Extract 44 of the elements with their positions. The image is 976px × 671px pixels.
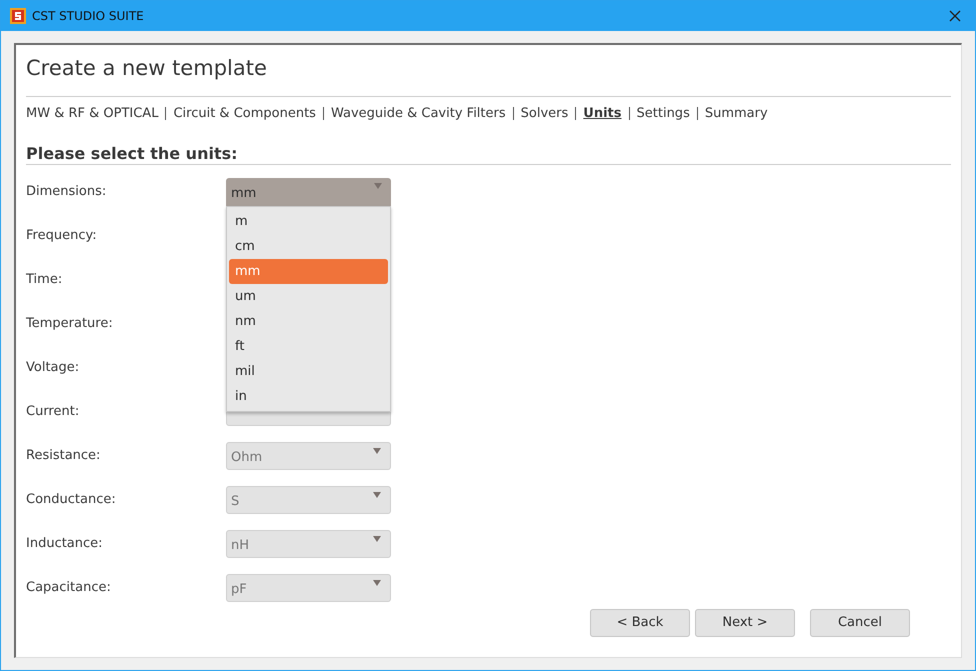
unit-label: Current:	[26, 402, 80, 420]
wizard-step[interactable]: Units	[583, 104, 622, 124]
dropdown-option[interactable]: ft	[229, 334, 388, 358]
close-icon[interactable]	[949, 10, 961, 22]
dropdown-option[interactable]: m	[229, 208, 388, 234]
separator-icon	[696, 107, 698, 120]
dropdown-caret-icon	[373, 448, 381, 454]
wizard-step[interactable]: Settings	[636, 104, 690, 124]
separator-icon	[165, 107, 166, 120]
dropdown-option[interactable]: in	[229, 384, 388, 408]
app-logo-icon	[10, 8, 26, 24]
dropdown-caret-icon	[374, 182, 382, 188]
unit-label: Resistance:	[26, 446, 102, 464]
unit-label: Capacitance:	[26, 578, 112, 596]
wizard-step[interactable]: Solvers	[520, 104, 568, 124]
wizard-step[interactable]: Summary	[704, 104, 768, 124]
unit-label: Conductance:	[26, 490, 117, 508]
separator-icon	[628, 107, 630, 120]
window-title: CST STUDIO SUITE	[32, 8, 144, 25]
wizard-button[interactable]: < Back	[590, 608, 690, 636]
dropdown-option[interactable]: um	[229, 284, 388, 308]
wizard-step[interactable]: Waveguide & Cavity Filters	[330, 104, 506, 124]
unit-label: Temperature:	[26, 314, 114, 332]
dropdown-caret-icon	[373, 536, 381, 542]
dropdown-option[interactable]: cm	[229, 234, 388, 258]
unit-label: Time:	[26, 270, 64, 288]
wizard-step[interactable]: Circuit & Components	[173, 104, 316, 124]
dropdown-caret-icon	[373, 580, 381, 586]
dropdown-option[interactable]: nm	[229, 308, 388, 334]
dropdown-option[interactable]: mil	[229, 358, 388, 384]
separator-icon	[575, 107, 576, 120]
dropdown-caret-icon	[373, 492, 381, 498]
separator-icon	[322, 107, 324, 120]
separator-icon	[512, 107, 514, 120]
section-title: Please select the units:	[26, 144, 951, 164]
page-heading: Create a new template	[26, 55, 268, 82]
unit-label: Dimensions:	[26, 182, 108, 200]
wizard-button[interactable]: Cancel	[810, 608, 910, 636]
unit-label: Inductance:	[26, 534, 104, 552]
unit-label: Voltage:	[26, 358, 80, 376]
unit-select[interactable]: mm	[226, 178, 391, 206]
wizard-step[interactable]: MW & RF & OPTICAL	[26, 104, 158, 124]
unit-label: Frequency:	[26, 226, 98, 244]
wizard-button[interactable]: Next >	[695, 608, 795, 636]
